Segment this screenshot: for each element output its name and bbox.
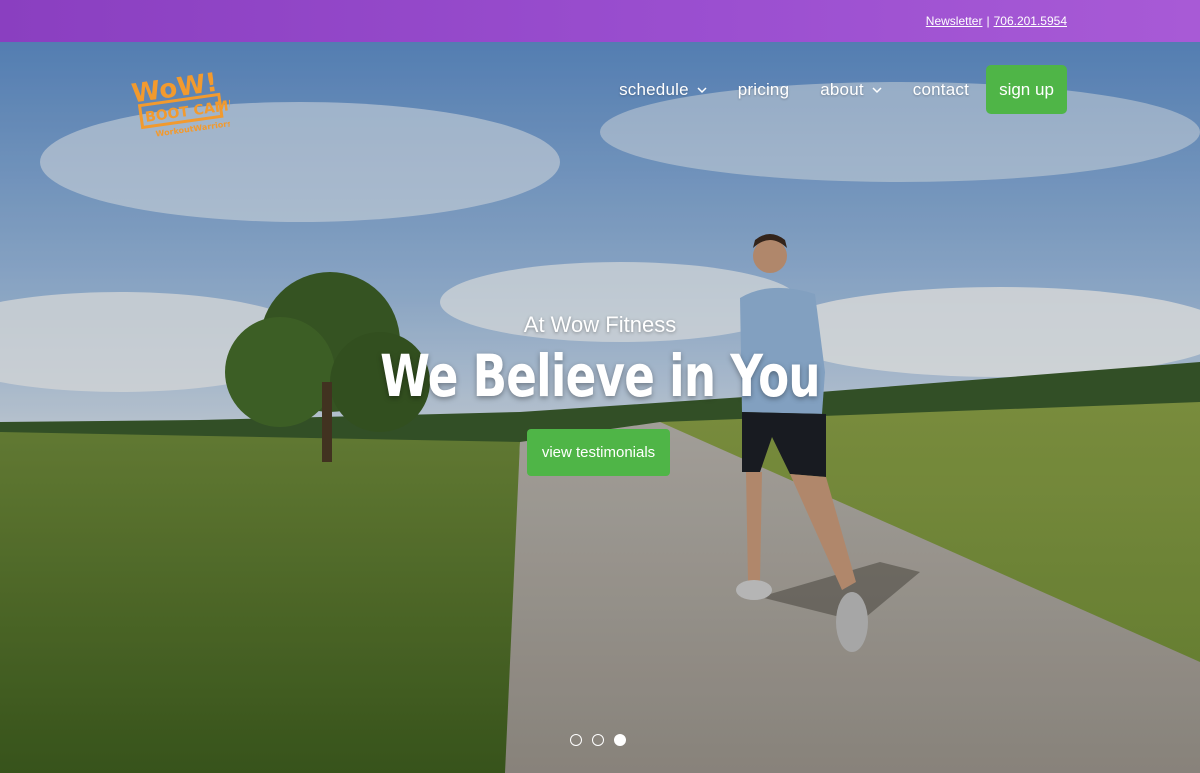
slider-dot-3-active[interactable]: [614, 734, 626, 746]
slider-dot-2[interactable]: [592, 734, 604, 746]
main-nav: schedule pricing about contact sign up: [588, 65, 1067, 114]
view-testimonials-button[interactable]: view testimonials: [527, 429, 670, 476]
hero-headline: We Believe in You: [380, 342, 820, 410]
nav-item-label: pricing: [737, 79, 790, 99]
utility-separator: |: [986, 14, 990, 28]
utility-bar: Newsletter | 706.201.5954: [0, 0, 1200, 42]
hero-section: WoW! BOOT CAMP WorkoutWarriors schedule …: [0, 42, 1200, 773]
nav-item-label: schedule: [619, 79, 689, 99]
newsletter-link[interactable]: Newsletter: [926, 14, 983, 28]
slider-pagination: [570, 734, 636, 746]
nav-item-contact[interactable]: contact: [913, 80, 969, 100]
nav-item-schedule[interactable]: schedule: [619, 80, 707, 100]
nav-item-label: contact: [912, 79, 969, 99]
wow-bootcamp-logo[interactable]: WoW! BOOT CAMP WorkoutWarriors: [130, 66, 230, 146]
slider-dot-1[interactable]: [570, 734, 582, 746]
nav-item-pricing[interactable]: pricing: [738, 80, 789, 100]
nav-item-label: about: [820, 79, 864, 99]
phone-link[interactable]: 706.201.5954: [994, 14, 1067, 28]
hero-eyebrow: At Wow Fitness: [523, 312, 677, 337]
chevron-down-icon: [697, 86, 707, 93]
signup-button[interactable]: sign up: [986, 65, 1067, 114]
chevron-down-icon: [872, 86, 882, 93]
nav-item-about[interactable]: about: [820, 80, 882, 100]
